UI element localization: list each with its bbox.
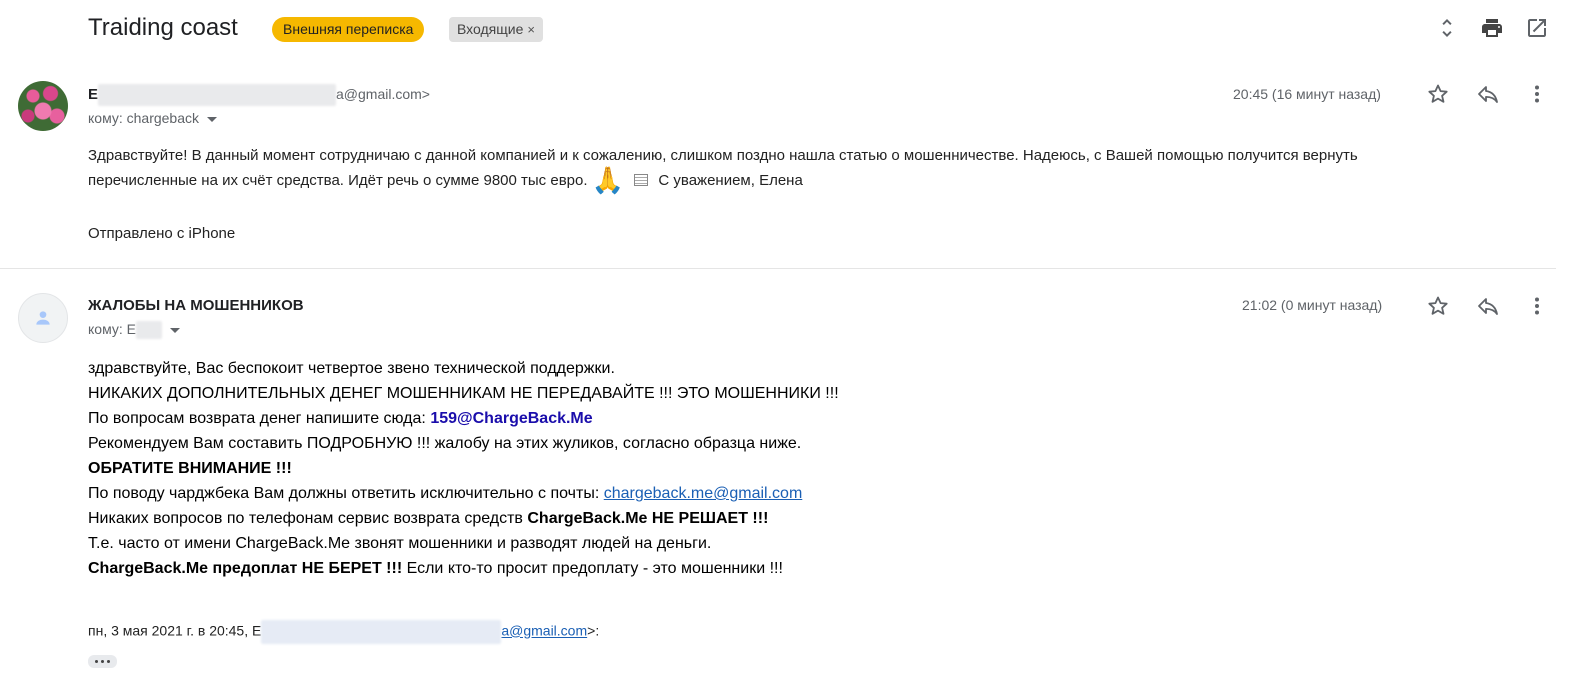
redacted-block	[135, 321, 162, 340]
message-divider	[0, 268, 1556, 269]
sender-avatar[interactable]	[18, 81, 68, 131]
star-icon[interactable]	[1426, 294, 1450, 318]
body-text: По поводу чарджбека Вам должны ответить …	[88, 485, 604, 502]
redacted-block	[261, 620, 502, 644]
sender-name[interactable]: ЖАЛОБЫ НА МОШЕННИКОВ	[88, 297, 304, 314]
reply-icon[interactable]	[1476, 294, 1500, 318]
label-external[interactable]: Внешняя переписка	[272, 17, 425, 42]
sender-name[interactable]: Ea@gmail.com>	[88, 84, 430, 106]
label-inbox[interactable]: Входящие ×	[449, 17, 543, 42]
quoted-header: пн, 3 мая 2021 г. в 20:45, E a@gmail.com>…	[88, 620, 599, 644]
message-time: 21:02 (0 минут назад)	[1242, 297, 1383, 313]
body-line: Рекомендуем Вам составить ПОДРОБНУЮ !!! …	[88, 435, 802, 452]
body-text: перечисленные на их счёт средства. Идёт …	[88, 172, 588, 189]
message-time: 20:45 (16 минут назад)	[1233, 86, 1381, 102]
praying-hands-icon: 🙏	[591, 165, 625, 195]
email-subject: Traiding coast	[88, 14, 238, 41]
more-options-icon[interactable]	[1525, 294, 1549, 318]
open-new-window-icon[interactable]	[1525, 16, 1549, 40]
message-body: здравствуйте, Вас беспокоит четвертое зв…	[88, 356, 1288, 581]
recipients-line[interactable]: кому: E	[88, 321, 180, 340]
chevron-down-icon[interactable]	[169, 327, 180, 333]
placeholder-glyph-icon	[634, 174, 649, 186]
default-avatar-icon[interactable]	[18, 293, 68, 343]
body-line: Никаких вопросов по телефонам сервис воз…	[88, 506, 1288, 531]
body-line: перечисленные на их счёт средства. Идёт …	[88, 165, 1548, 195]
signature-text: С уважением, Елена	[658, 172, 803, 189]
chargeback-email-link[interactable]: chargeback.me@gmail.com	[604, 485, 803, 502]
expand-collapse-icon[interactable]	[1435, 16, 1459, 40]
redacted-block	[98, 84, 337, 106]
recipients-text: кому: chargeback	[88, 110, 200, 126]
body-bold-text: ChargeBack.Me НЕ РЕШАЕТ !!!	[527, 510, 769, 527]
sender-email: a@gmail.com>	[336, 85, 430, 102]
recipients-text: кому: E	[88, 321, 136, 337]
label-inbox-text: Входящие	[457, 21, 524, 37]
body-bold-text: ChargeBack.Me предоплат НЕ БЕРЕТ !!!	[88, 560, 403, 577]
body-line: здравствуйте, Вас беспокоит четвертое зв…	[88, 360, 615, 377]
recipients-line[interactable]: кому: chargeback	[88, 110, 218, 126]
message-body: Здравствуйте! В данный момент сотруднича…	[88, 144, 1548, 246]
more-options-icon[interactable]	[1525, 82, 1549, 106]
body-line: По поводу чарджбека Вам должны ответить …	[88, 481, 1288, 506]
star-icon[interactable]	[1426, 82, 1450, 106]
reply-icon[interactable]	[1476, 82, 1500, 106]
body-line: ОБРАТИТЕ ВНИМАНИЕ !!!	[88, 460, 292, 477]
body-line: НИКАКИХ ДОПОЛНИТЕЛЬНЫХ ДЕНЕГ МОШЕННИКАМ …	[88, 385, 839, 402]
sender-initial: E	[88, 85, 99, 103]
chevron-down-icon[interactable]	[207, 116, 218, 122]
support-email-link[interactable]: 159@ChargeBack.Me	[430, 410, 592, 427]
body-line: Т.е. часто от имени ChargeBack.Me звонят…	[88, 535, 712, 552]
remove-label-icon[interactable]: ×	[527, 22, 535, 37]
body-text: Если кто-то просит предоплату - это моше…	[402, 560, 783, 577]
body-line: По вопросам возврата денег напишите сюда…	[88, 406, 1288, 431]
print-icon[interactable]	[1480, 16, 1504, 40]
show-trimmed-content-button[interactable]	[88, 655, 117, 668]
body-text: По вопросам возврата денег напишите сюда…	[88, 410, 431, 427]
body-line: Здравствуйте! В данный момент сотруднича…	[88, 147, 1358, 164]
body-line: ChargeBack.Me предоплат НЕ БЕРЕТ !!! Есл…	[88, 556, 1288, 581]
body-text: Никаких вопросов по телефонам сервис воз…	[88, 510, 528, 527]
quoted-header-text: пн, 3 мая 2021 г. в 20:45, E	[88, 622, 262, 639]
quoted-header-suffix: >:	[587, 622, 600, 639]
sent-from-text: Отправлено с iPhone	[88, 225, 236, 242]
quoted-sender-email-link[interactable]: a@gmail.com	[501, 623, 587, 639]
